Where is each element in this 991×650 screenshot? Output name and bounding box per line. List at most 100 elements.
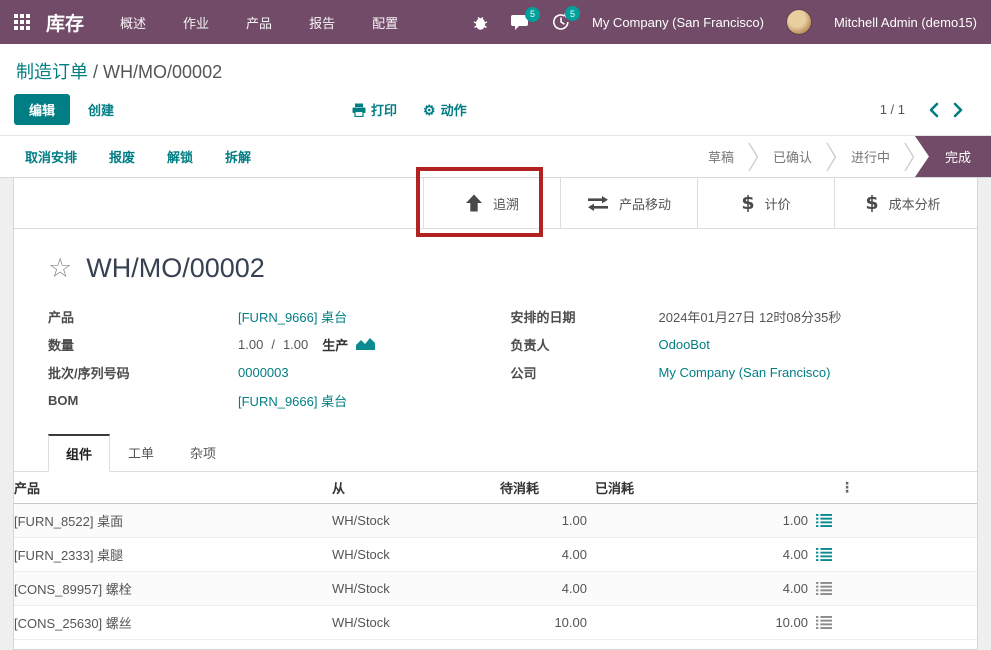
forecast-chart-icon[interactable] <box>356 337 376 351</box>
component-row[interactable]: [FURN_2333] 桌腿 WH/Stock 4.00 4.00 <box>14 538 977 572</box>
cell-from[interactable]: WH/Stock <box>332 606 500 640</box>
statusbar: 取消安排 报废 解锁 拆解 草稿 已确认 进行中 完成 <box>0 136 991 178</box>
notebook-tab[interactable]: 工单 <box>110 434 172 472</box>
breadcrumb-parent[interactable]: 制造订单 <box>16 62 88 82</box>
field-responsible: 负责人 OdooBot <box>511 330 944 358</box>
field-bom: BOM [FURN_9666] 桌台 <box>48 386 481 414</box>
components-table: 产品 从 待消耗 已消耗 ⋮ [FURN_8522] 桌面 WH/Stock 1… <box>14 472 977 640</box>
cell-consumed[interactable]: 4.00 <box>783 581 808 596</box>
component-row[interactable]: [CONS_25630] 螺丝 WH/Stock 10.00 10.00 <box>14 606 977 640</box>
messages-icon[interactable]: 5 <box>511 14 530 31</box>
messages-badge: 5 <box>525 7 540 22</box>
dollar-icon: $ <box>865 192 878 214</box>
statusbar-states: 草稿 已确认 进行中 完成 <box>694 136 991 177</box>
printer-icon <box>352 103 366 117</box>
optional-columns-icon[interactable]: ⋮ <box>840 479 854 495</box>
statusbar-action-button[interactable]: 取消安排 <box>25 147 77 166</box>
edit-button[interactable]: 编辑 <box>14 94 70 125</box>
cell-to-consume[interactable]: 1.00 <box>500 504 595 538</box>
cell-product[interactable]: [CONS_25630] 螺丝 <box>14 606 332 640</box>
pager-next-icon[interactable] <box>953 102 963 118</box>
product-moves-button[interactable]: 产品移动 <box>560 178 697 228</box>
component-row[interactable]: [FURN_8522] 桌面 WH/Stock 1.00 1.00 <box>14 504 977 538</box>
cell-consumed[interactable]: 1.00 <box>783 513 808 528</box>
column-header-product[interactable]: 产品 <box>14 472 332 504</box>
menu-item[interactable]: 产品 <box>246 13 272 32</box>
dollar-icon: $ <box>741 192 754 214</box>
debug-bug-icon[interactable] <box>472 14 489 31</box>
cell-product[interactable]: [CONS_89957] 螺栓 <box>14 572 332 606</box>
status-stage[interactable]: 草稿 <box>694 136 759 177</box>
menu-item[interactable]: 报告 <box>309 13 335 32</box>
quantity-done: 1.00 <box>238 337 263 352</box>
cell-consumed[interactable]: 4.00 <box>783 547 808 562</box>
valuation-button[interactable]: $ 计价 <box>697 178 834 228</box>
cost-analysis-button[interactable]: $ 成本分析 <box>834 178 971 228</box>
statusbar-action-button[interactable]: 解锁 <box>167 147 193 166</box>
create-button[interactable]: 创建 <box>88 100 114 119</box>
column-header-consumed[interactable]: 已消耗 <box>595 472 840 504</box>
app-name[interactable]: 库存 <box>46 9 84 36</box>
column-header-from[interactable]: 从 <box>332 472 500 504</box>
field-quantity: 数量 1.00 / 1.00 生产 <box>48 330 481 358</box>
apps-grid-icon[interactable] <box>14 14 30 30</box>
top-navbar: 库存 概述 作业 产品 报告 配置 5 5 My Company (San Fr… <box>0 0 991 44</box>
cell-consumed[interactable]: 10.00 <box>775 615 808 630</box>
move-lines-list-icon[interactable] <box>816 616 832 629</box>
user-avatar[interactable] <box>786 9 812 35</box>
gear-icon: ⚙ <box>423 103 436 117</box>
print-button[interactable]: 打印 <box>352 100 397 119</box>
responsible-link[interactable]: OdooBot <box>659 337 710 352</box>
stage-chevron-icon <box>748 140 759 174</box>
statusbar-action-button[interactable]: 拆解 <box>225 147 251 166</box>
breadcrumb-current: WH/MO/00002 <box>103 62 222 82</box>
status-stage[interactable]: 已确认 <box>759 136 837 177</box>
column-header-to-consume[interactable]: 待消耗 <box>500 472 595 504</box>
action-button[interactable]: ⚙ 动作 <box>423 100 467 119</box>
cell-from[interactable]: WH/Stock <box>332 538 500 572</box>
field-company: 公司 My Company (San Francisco) <box>511 358 944 386</box>
cell-from[interactable]: WH/Stock <box>332 504 500 538</box>
quantity-total: 1.00 <box>283 337 308 352</box>
menu-item[interactable]: 作业 <box>183 13 209 32</box>
company-switcher[interactable]: My Company (San Francisco) <box>592 15 764 30</box>
move-lines-list-icon[interactable] <box>816 514 832 527</box>
activities-clock-icon[interactable]: 5 <box>552 13 570 31</box>
cell-from[interactable]: WH/Stock <box>332 572 500 606</box>
breadcrumb: 制造订单 / WH/MO/00002 <box>0 54 991 92</box>
cell-product[interactable]: [FURN_2333] 桌腿 <box>14 538 332 572</box>
favorite-star-icon[interactable]: ☆ <box>48 255 72 282</box>
cell-to-consume[interactable]: 10.00 <box>500 606 595 640</box>
move-lines-list-icon[interactable] <box>816 548 832 561</box>
move-lines-list-icon[interactable] <box>816 582 832 595</box>
field-group: 产品 [FURN_9666] 桌台 数量 1.00 / 1.00 生产 <box>48 302 943 414</box>
bom-link[interactable]: [FURN_9666] 桌台 <box>238 391 347 410</box>
form-sheet: 追溯 产品移动 $ 计价 $ 成本分析 ☆ WH/MO/00002 <box>13 178 978 650</box>
table-header-row: 产品 从 待消耗 已消耗 ⋮ <box>14 472 977 504</box>
pager-previous-icon[interactable] <box>929 102 939 118</box>
activities-badge: 5 <box>565 6 580 21</box>
statusbar-action-button[interactable]: 报废 <box>109 147 135 166</box>
status-stage[interactable]: 完成 <box>915 136 991 177</box>
breadcrumb-separator: / <box>93 62 98 82</box>
produce-label[interactable]: 生产 <box>322 335 348 354</box>
control-panel: 制造订单 / WH/MO/00002 编辑 创建 打印 ⚙ 动作 1 / 1 <box>0 44 991 136</box>
notebook-tab[interactable]: 杂项 <box>172 434 234 472</box>
main-menu: 概述 作业 产品 报告 配置 <box>120 13 398 32</box>
lot-link[interactable]: 0000003 <box>238 365 289 380</box>
component-row[interactable]: [CONS_89957] 螺栓 WH/Stock 4.00 4.00 <box>14 572 977 606</box>
notebook-tab[interactable]: 组件 <box>48 434 110 472</box>
cell-product[interactable]: [FURN_8522] 桌面 <box>14 504 332 538</box>
field-product: 产品 [FURN_9666] 桌台 <box>48 302 481 330</box>
menu-item[interactable]: 配置 <box>372 13 398 32</box>
stage-chevron-icon <box>826 140 837 174</box>
cell-to-consume[interactable]: 4.00 <box>500 538 595 572</box>
product-link[interactable]: [FURN_9666] 桌台 <box>238 307 347 326</box>
cell-to-consume[interactable]: 4.00 <box>500 572 595 606</box>
company-link[interactable]: My Company (San Francisco) <box>659 365 831 380</box>
user-menu[interactable]: Mitchell Admin (demo15) <box>834 15 977 30</box>
menu-item[interactable]: 概述 <box>120 13 146 32</box>
scheduled-date-value: 2024年01月27日 12时08分35秒 <box>659 307 842 326</box>
status-stage[interactable]: 进行中 <box>837 136 915 177</box>
traceability-button[interactable]: 追溯 <box>423 178 560 228</box>
